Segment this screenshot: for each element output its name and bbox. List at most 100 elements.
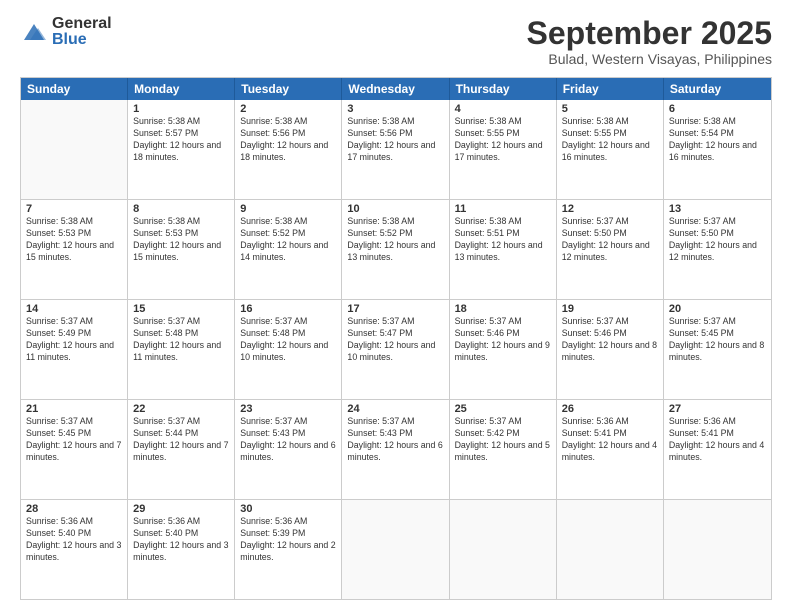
calendar-cell: 23Sunrise: 5:37 AMSunset: 5:43 PMDayligh… [235,400,342,499]
calendar-cell: 17Sunrise: 5:37 AMSunset: 5:47 PMDayligh… [342,300,449,399]
calendar-cell: 18Sunrise: 5:37 AMSunset: 5:46 PMDayligh… [450,300,557,399]
calendar-subtitle: Bulad, Western Visayas, Philippines [527,51,772,67]
calendar-cell: 6Sunrise: 5:38 AMSunset: 5:54 PMDaylight… [664,100,771,199]
header-monday: Monday [128,78,235,100]
header: General Blue September 2025 Bulad, Weste… [20,16,772,67]
cell-info: Sunrise: 5:37 AMSunset: 5:48 PMDaylight:… [240,316,336,364]
calendar-week-2: 7Sunrise: 5:38 AMSunset: 5:53 PMDaylight… [21,200,771,300]
calendar-cell: 7Sunrise: 5:38 AMSunset: 5:53 PMDaylight… [21,200,128,299]
calendar-cell: 13Sunrise: 5:37 AMSunset: 5:50 PMDayligh… [664,200,771,299]
cell-info: Sunrise: 5:37 AMSunset: 5:43 PMDaylight:… [347,416,443,464]
day-number: 15 [133,303,229,315]
day-number: 10 [347,203,443,215]
day-number: 29 [133,503,229,515]
day-number: 8 [133,203,229,215]
cell-info: Sunrise: 5:37 AMSunset: 5:43 PMDaylight:… [240,416,336,464]
day-number: 22 [133,403,229,415]
cell-info: Sunrise: 5:37 AMSunset: 5:46 PMDaylight:… [455,316,551,364]
day-number: 16 [240,303,336,315]
calendar-title: September 2025 [527,16,772,51]
day-number: 2 [240,103,336,115]
day-number: 7 [26,203,122,215]
calendar-cell: 22Sunrise: 5:37 AMSunset: 5:44 PMDayligh… [128,400,235,499]
cell-info: Sunrise: 5:37 AMSunset: 5:47 PMDaylight:… [347,316,443,364]
calendar-cell: 29Sunrise: 5:36 AMSunset: 5:40 PMDayligh… [128,500,235,599]
calendar-cell: 8Sunrise: 5:38 AMSunset: 5:53 PMDaylight… [128,200,235,299]
calendar-cell: 9Sunrise: 5:38 AMSunset: 5:52 PMDaylight… [235,200,342,299]
day-number: 13 [669,203,766,215]
cell-info: Sunrise: 5:38 AMSunset: 5:52 PMDaylight:… [240,216,336,264]
calendar-cell: 14Sunrise: 5:37 AMSunset: 5:49 PMDayligh… [21,300,128,399]
day-number: 27 [669,403,766,415]
calendar-body: 1Sunrise: 5:38 AMSunset: 5:57 PMDaylight… [21,100,771,599]
cell-info: Sunrise: 5:37 AMSunset: 5:46 PMDaylight:… [562,316,658,364]
logo-general-text: General [52,16,112,32]
cell-info: Sunrise: 5:37 AMSunset: 5:50 PMDaylight:… [669,216,766,264]
cell-info: Sunrise: 5:38 AMSunset: 5:55 PMDaylight:… [455,116,551,164]
calendar-cell: 19Sunrise: 5:37 AMSunset: 5:46 PMDayligh… [557,300,664,399]
calendar-cell: 28Sunrise: 5:36 AMSunset: 5:40 PMDayligh… [21,500,128,599]
calendar-cell: 25Sunrise: 5:37 AMSunset: 5:42 PMDayligh… [450,400,557,499]
cell-info: Sunrise: 5:37 AMSunset: 5:42 PMDaylight:… [455,416,551,464]
calendar-cell: 5Sunrise: 5:38 AMSunset: 5:55 PMDaylight… [557,100,664,199]
cell-info: Sunrise: 5:37 AMSunset: 5:50 PMDaylight:… [562,216,658,264]
calendar-cell: 12Sunrise: 5:37 AMSunset: 5:50 PMDayligh… [557,200,664,299]
cell-info: Sunrise: 5:38 AMSunset: 5:53 PMDaylight:… [133,216,229,264]
day-number: 5 [562,103,658,115]
day-number: 21 [26,403,122,415]
calendar-cell: 27Sunrise: 5:36 AMSunset: 5:41 PMDayligh… [664,400,771,499]
cell-info: Sunrise: 5:38 AMSunset: 5:56 PMDaylight:… [347,116,443,164]
day-number: 20 [669,303,766,315]
header-saturday: Saturday [664,78,771,100]
cell-info: Sunrise: 5:37 AMSunset: 5:44 PMDaylight:… [133,416,229,464]
cell-info: Sunrise: 5:38 AMSunset: 5:51 PMDaylight:… [455,216,551,264]
logo-text: General Blue [52,16,112,48]
day-number: 12 [562,203,658,215]
cell-info: Sunrise: 5:38 AMSunset: 5:54 PMDaylight:… [669,116,766,164]
cell-info: Sunrise: 5:36 AMSunset: 5:40 PMDaylight:… [133,516,229,564]
calendar-cell [557,500,664,599]
day-number: 23 [240,403,336,415]
calendar-cell [342,500,449,599]
calendar-cell: 4Sunrise: 5:38 AMSunset: 5:55 PMDaylight… [450,100,557,199]
day-number: 25 [455,403,551,415]
calendar-week-3: 14Sunrise: 5:37 AMSunset: 5:49 PMDayligh… [21,300,771,400]
cell-info: Sunrise: 5:38 AMSunset: 5:57 PMDaylight:… [133,116,229,164]
title-block: September 2025 Bulad, Western Visayas, P… [527,16,772,67]
day-number: 11 [455,203,551,215]
logo-icon [20,20,48,44]
day-number: 4 [455,103,551,115]
calendar-cell [21,100,128,199]
calendar-cell: 21Sunrise: 5:37 AMSunset: 5:45 PMDayligh… [21,400,128,499]
header-tuesday: Tuesday [235,78,342,100]
calendar-cell: 15Sunrise: 5:37 AMSunset: 5:48 PMDayligh… [128,300,235,399]
calendar: Sunday Monday Tuesday Wednesday Thursday… [20,77,772,600]
cell-info: Sunrise: 5:38 AMSunset: 5:53 PMDaylight:… [26,216,122,264]
calendar-cell: 16Sunrise: 5:37 AMSunset: 5:48 PMDayligh… [235,300,342,399]
page: General Blue September 2025 Bulad, Weste… [0,0,792,612]
day-number: 3 [347,103,443,115]
calendar-header: Sunday Monday Tuesday Wednesday Thursday… [21,78,771,100]
calendar-cell [450,500,557,599]
day-number: 6 [669,103,766,115]
calendar-week-1: 1Sunrise: 5:38 AMSunset: 5:57 PMDaylight… [21,100,771,200]
logo: General Blue [20,16,112,48]
cell-info: Sunrise: 5:36 AMSunset: 5:39 PMDaylight:… [240,516,336,564]
calendar-week-5: 28Sunrise: 5:36 AMSunset: 5:40 PMDayligh… [21,500,771,599]
day-number: 1 [133,103,229,115]
calendar-cell: 10Sunrise: 5:38 AMSunset: 5:52 PMDayligh… [342,200,449,299]
calendar-cell: 1Sunrise: 5:38 AMSunset: 5:57 PMDaylight… [128,100,235,199]
header-thursday: Thursday [450,78,557,100]
header-sunday: Sunday [21,78,128,100]
calendar-cell: 2Sunrise: 5:38 AMSunset: 5:56 PMDaylight… [235,100,342,199]
day-number: 17 [347,303,443,315]
calendar-cell: 26Sunrise: 5:36 AMSunset: 5:41 PMDayligh… [557,400,664,499]
calendar-cell: 20Sunrise: 5:37 AMSunset: 5:45 PMDayligh… [664,300,771,399]
cell-info: Sunrise: 5:38 AMSunset: 5:56 PMDaylight:… [240,116,336,164]
header-wednesday: Wednesday [342,78,449,100]
day-number: 26 [562,403,658,415]
day-number: 28 [26,503,122,515]
calendar-cell: 11Sunrise: 5:38 AMSunset: 5:51 PMDayligh… [450,200,557,299]
cell-info: Sunrise: 5:36 AMSunset: 5:40 PMDaylight:… [26,516,122,564]
cell-info: Sunrise: 5:36 AMSunset: 5:41 PMDaylight:… [562,416,658,464]
